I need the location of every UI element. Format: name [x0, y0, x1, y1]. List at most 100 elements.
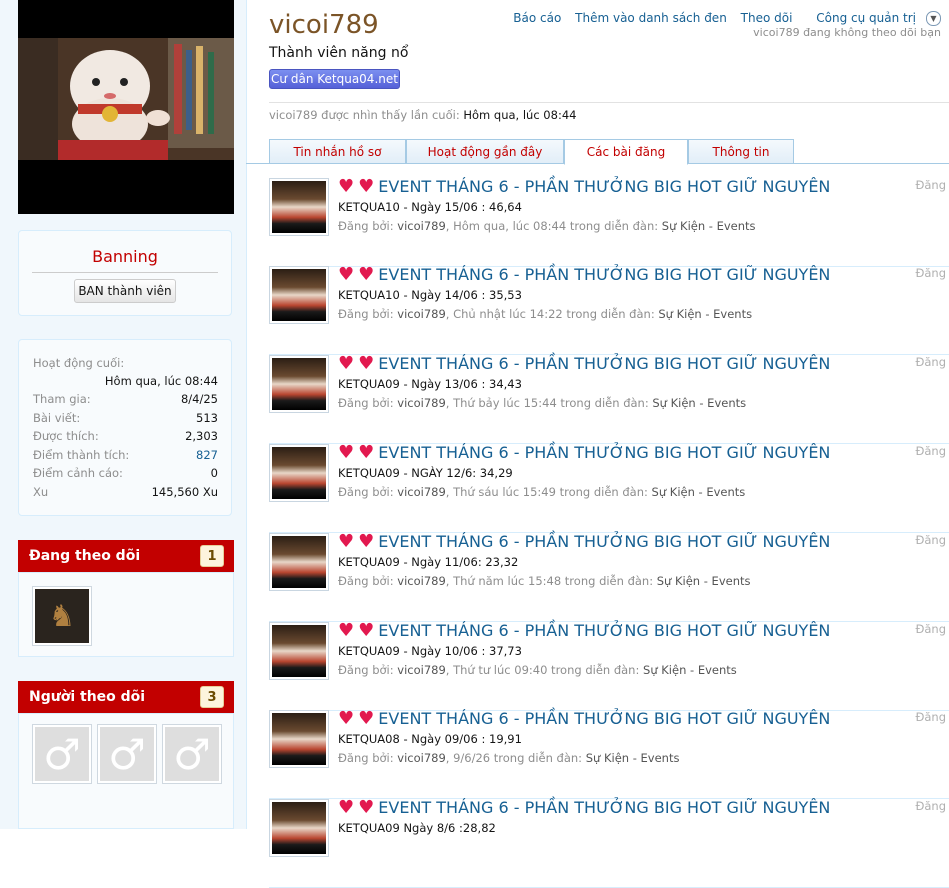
- post-title: EVENT THÁNG 6 - PHẦN THƯỞNG BIG HOT GIỮ …: [378, 265, 831, 284]
- post-snippet: KETQUA10 - Ngày 15/06 : 46,64: [338, 200, 522, 214]
- profile-avatar[interactable]: [18, 0, 234, 214]
- post-type-label: Đăng: [915, 710, 946, 724]
- post-forum-link[interactable]: Sự Kiện - Events: [652, 485, 746, 499]
- post-type-label: Đăng: [915, 622, 946, 636]
- followers-header[interactable]: Người theo dõi 3: [18, 681, 234, 713]
- last-activity-label: Hoạt động cuối:: [33, 356, 125, 370]
- post-forum-link[interactable]: Sự Kiện - Events: [662, 219, 756, 233]
- list-item: ♥ ♥ EVENT THÁNG 6 - PHẦN THƯỞNG BIG HOT GI…: [269, 264, 949, 355]
- posted-by-label: Đăng bởi:: [338, 485, 394, 499]
- heart-icon: ♥: [338, 531, 355, 552]
- trophy-points-link[interactable]: 827: [196, 448, 218, 462]
- coins-label: Xu: [33, 485, 49, 499]
- post-author-link[interactable]: vicoi789: [397, 485, 446, 499]
- tab-recent-activity[interactable]: Hoạt động gần đây: [406, 139, 564, 164]
- heart-icon: ♥: [358, 442, 375, 463]
- ban-member-button[interactable]: BAN thành viên: [74, 279, 176, 303]
- warning-points-value: 0: [210, 466, 218, 480]
- heart-icon: ♥: [358, 176, 375, 197]
- posts-label: Bài viết:: [33, 411, 81, 425]
- post-author-link[interactable]: vicoi789: [397, 574, 446, 588]
- post-forum-link[interactable]: Sự Kiện - Events: [586, 751, 680, 765]
- chevron-down-icon: ▼: [926, 11, 941, 26]
- list-item: ♥ ♥ EVENT THÁNG 6 - PHẦN THƯỞNG BIG HOT GI…: [269, 620, 949, 711]
- post-title: EVENT THÁNG 6 - PHẦN THƯỞNG BIG HOT GIỮ …: [378, 443, 831, 462]
- following-header[interactable]: Đang theo dõi 1: [18, 540, 234, 572]
- post-time: , Thứ bảy lúc 15:44 trong diễn đàn:: [445, 396, 649, 410]
- heart-icon: ♥: [358, 708, 375, 729]
- post-snippet: KETQUA09 - Ngày 13/06 : 34,43: [338, 377, 522, 391]
- list-item: ♥ ♥ EVENT THÁNG 6 - PHẦN THƯỞNG BIG HOT GI…: [269, 176, 949, 267]
- tab-profile-posts[interactable]: Tin nhắn hồ sơ: [269, 139, 406, 164]
- follower-avatar[interactable]: ♂: [162, 724, 222, 784]
- post-author-link[interactable]: vicoi789: [397, 751, 446, 765]
- post-author-link[interactable]: vicoi789: [397, 396, 446, 410]
- posted-by-label: Đăng bởi:: [338, 751, 394, 765]
- post-title-link[interactable]: ♥ ♥ EVENT THÁNG 6 - PHẦN THƯỞNG BIG HOT GI…: [338, 176, 830, 197]
- post-snippet: KETQUA09 Ngày 8/6 :28,82: [338, 821, 496, 835]
- post-meta: Đăng bởi: vicoi789, Thứ tư lúc 09:40 tro…: [338, 663, 737, 677]
- banning-panel: Banning BAN thành viên: [18, 230, 232, 316]
- following-title: Đang theo dõi: [29, 548, 141, 564]
- report-link[interactable]: Báo cáo: [513, 11, 561, 25]
- post-type-label: Đăng: [915, 444, 946, 458]
- post-thumbnail[interactable]: [269, 178, 329, 236]
- post-title: EVENT THÁNG 6 - PHẦN THƯỞNG BIG HOT GIỮ …: [378, 354, 831, 373]
- post-meta: Đăng bởi: vicoi789, Hôm qua, lúc 08:44 t…: [338, 219, 756, 233]
- post-title-link[interactable]: ♥ ♥ EVENT THÁNG 6 - PHẦN THƯỞNG BIG HOT GI…: [338, 708, 830, 729]
- post-snippet: KETQUA09 - NGÀY 12/6: 34,29: [338, 466, 513, 480]
- following-avatar[interactable]: ♞: [32, 586, 92, 646]
- likes-label: Được thích:: [33, 429, 99, 443]
- follow-status-note: vicoi789 đang không theo dõi bạn: [753, 26, 941, 39]
- dragon-statue-icon: ♞: [35, 589, 89, 643]
- profile-actions: Báo cáo Thêm vào danh sách đen Theo dõi …: [503, 11, 941, 26]
- block-link[interactable]: Thêm vào danh sách đen: [575, 11, 727, 25]
- post-thumbnail[interactable]: [269, 355, 329, 413]
- posts-value: 513: [196, 411, 218, 425]
- post-author-link[interactable]: vicoi789: [397, 307, 446, 321]
- post-title-link[interactable]: ♥ ♥ EVENT THÁNG 6 - PHẦN THƯỞNG BIG HOT GI…: [338, 620, 830, 641]
- heart-icon: ♥: [338, 620, 355, 641]
- post-title-link[interactable]: ♥ ♥ EVENT THÁNG 6 - PHẦN THƯỞNG BIG HOT GI…: [338, 264, 830, 285]
- post-thumbnail[interactable]: [269, 533, 329, 591]
- post-forum-link[interactable]: Sự Kiện - Events: [658, 307, 752, 321]
- follow-link[interactable]: Theo dõi: [741, 11, 793, 25]
- posted-by-label: Đăng bởi:: [338, 396, 394, 410]
- heart-icon: ♥: [358, 531, 375, 552]
- post-forum-link[interactable]: Sự Kiện - Events: [643, 663, 737, 677]
- post-author-link[interactable]: vicoi789: [397, 663, 446, 677]
- follower-avatar[interactable]: ♂: [32, 724, 92, 784]
- last-seen-value: Hôm qua, lúc 08:44: [463, 108, 577, 122]
- post-title-link[interactable]: ♥ ♥ EVENT THÁNG 6 - PHẦN THƯỞNG BIG HOT GI…: [338, 442, 830, 463]
- post-title-link[interactable]: ♥ ♥ EVENT THÁNG 6 - PHẦN THƯỞNG BIG HOT GI…: [338, 353, 830, 374]
- tab-information[interactable]: Thông tin: [688, 139, 794, 164]
- likes-value: 2,303: [185, 429, 218, 443]
- post-forum-link[interactable]: Sự Kiện - Events: [657, 574, 751, 588]
- post-type-label: Đăng: [915, 533, 946, 547]
- post-thumbnail[interactable]: [269, 710, 329, 768]
- post-type-label: Đăng: [915, 178, 946, 192]
- post-author-link[interactable]: vicoi789: [397, 219, 446, 233]
- heart-icon: ♥: [358, 797, 375, 818]
- post-thumbnail[interactable]: [269, 266, 329, 324]
- list-item: ♥ ♥ EVENT THÁNG 6 - PHẦN THƯỞNG BIG HOT GI…: [269, 531, 949, 622]
- follower-avatar[interactable]: ♂: [97, 724, 157, 784]
- tab-postings[interactable]: Các bài đăng: [564, 139, 688, 165]
- male-avatar-icon: ♂: [165, 727, 219, 781]
- post-meta: Đăng bởi: vicoi789, Thứ năm lúc 15:48 tr…: [338, 574, 751, 588]
- posted-by-label: Đăng bởi:: [338, 307, 394, 321]
- last-seen: vicoi789 được nhìn thấy lần cuối: Hôm qu…: [269, 108, 576, 122]
- post-thumbnail[interactable]: [269, 622, 329, 680]
- moderator-tools-link[interactable]: Công cụ quản trị ▼: [806, 11, 941, 26]
- heart-icon: ♥: [358, 620, 375, 641]
- post-meta: Đăng bởi: vicoi789, Thứ sáu lúc 15:49 tr…: [338, 485, 745, 499]
- divider: [32, 272, 218, 273]
- post-title-link[interactable]: ♥ ♥ EVENT THÁNG 6 - PHẦN THƯỞNG BIG HOT GI…: [338, 531, 830, 552]
- post-title: EVENT THÁNG 6 - PHẦN THƯỞNG BIG HOT GIỮ …: [378, 532, 831, 551]
- list-item: ♥ ♥ EVENT THÁNG 6 - PHẦN THƯỞNG BIG HOT GI…: [269, 353, 949, 444]
- post-thumbnail[interactable]: [269, 444, 329, 502]
- post-thumbnail[interactable]: [269, 799, 329, 857]
- post-forum-link[interactable]: Sự Kiện - Events: [652, 396, 746, 410]
- post-title-link[interactable]: ♥ ♥ EVENT THÁNG 6 - PHẦN THƯỞNG BIG HOT GI…: [338, 797, 830, 818]
- member-stats-panel: Hoạt động cuối: Hôm qua, lúc 08:44 Tham …: [18, 339, 232, 516]
